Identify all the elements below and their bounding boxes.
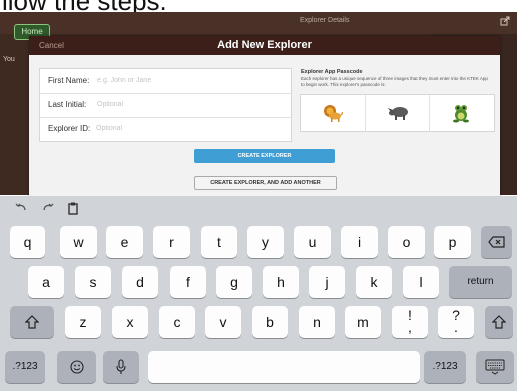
slide-caption-text: llow the steps. bbox=[2, 0, 167, 12]
microphone-icon bbox=[116, 359, 126, 374]
key-g[interactable]: g bbox=[216, 266, 252, 298]
last-initial-label: Last Initial: bbox=[48, 100, 87, 109]
first-name-input[interactable] bbox=[97, 73, 282, 88]
shift-icon bbox=[25, 315, 39, 329]
passcode-slot-1 bbox=[301, 95, 365, 131]
key-q[interactable]: q bbox=[10, 226, 45, 258]
key-n[interactable]: n bbox=[299, 306, 335, 338]
emoji-icon bbox=[69, 360, 84, 374]
onscreen-keyboard: q w e r t y u i o p a s d f g h j k l re… bbox=[0, 196, 517, 391]
slide-caption: llow the steps. bbox=[0, 0, 517, 12]
frog-icon bbox=[453, 105, 469, 123]
key-m[interactable]: m bbox=[345, 306, 381, 338]
passcode-slot-2 bbox=[365, 95, 430, 131]
key-p[interactable]: p bbox=[434, 226, 471, 258]
passcode-title: Explorer App Passcode bbox=[301, 69, 363, 75]
key-o[interactable]: o bbox=[388, 226, 425, 258]
numbers-key-left[interactable]: .?123 bbox=[5, 351, 45, 383]
share-icon[interactable] bbox=[500, 16, 510, 26]
modal-title: Add New Explorer bbox=[217, 39, 312, 51]
paste-icon[interactable] bbox=[66, 201, 80, 215]
key-v[interactable]: v bbox=[205, 306, 241, 338]
create-explorer-button[interactable]: CREATE EXPLORER bbox=[194, 149, 335, 163]
key-h[interactable]: h bbox=[263, 266, 299, 298]
dismiss-keyboard-key[interactable] bbox=[476, 351, 514, 383]
key-y[interactable]: y bbox=[247, 226, 284, 258]
side-text: You bbox=[3, 56, 15, 63]
first-name-row: First Name: bbox=[40, 69, 291, 94]
explorer-id-input[interactable] bbox=[96, 121, 281, 136]
key-b[interactable]: b bbox=[252, 306, 288, 338]
add-explorer-modal: Cancel Add New Explorer First Name: Last… bbox=[29, 36, 500, 196]
passcode-images bbox=[300, 94, 495, 132]
key-c[interactable]: c bbox=[159, 306, 195, 338]
key-s[interactable]: s bbox=[75, 266, 111, 298]
screen: llow the steps. Explorer Details Home Yo… bbox=[0, 0, 517, 391]
key-f[interactable]: f bbox=[170, 266, 206, 298]
key-d[interactable]: d bbox=[122, 266, 158, 298]
left-shift-key[interactable] bbox=[10, 306, 54, 338]
numbers-key-right[interactable]: .?123 bbox=[424, 351, 466, 383]
space-bar[interactable] bbox=[148, 351, 420, 383]
explorer-id-row: Explorer ID: bbox=[40, 117, 291, 141]
key-exclamation-comma[interactable]: ! , bbox=[392, 306, 428, 338]
keyboard-dismiss-icon bbox=[485, 359, 505, 375]
key-e[interactable]: e bbox=[106, 226, 143, 258]
first-name-label: First Name: bbox=[48, 76, 90, 85]
lion-icon bbox=[324, 105, 343, 122]
key-w[interactable]: w bbox=[60, 226, 97, 258]
key-bottom-char: . bbox=[454, 319, 458, 335]
shift-icon bbox=[492, 315, 506, 329]
key-l[interactable]: l bbox=[403, 266, 439, 298]
passcode-description: Each explorer has a unique sequence of t… bbox=[301, 76, 488, 87]
key-x[interactable]: x bbox=[112, 306, 148, 338]
last-initial-row: Last Initial: bbox=[40, 93, 291, 118]
undo-icon[interactable] bbox=[14, 201, 28, 215]
dictation-key[interactable] bbox=[103, 351, 139, 383]
delete-icon bbox=[487, 236, 505, 248]
key-u[interactable]: u bbox=[294, 226, 331, 258]
return-key[interactable]: return bbox=[449, 266, 512, 298]
passcode-slot-3 bbox=[429, 95, 494, 131]
modal-header: Cancel Add New Explorer bbox=[29, 36, 500, 55]
key-t[interactable]: t bbox=[201, 226, 237, 258]
explorer-id-label: Explorer ID: bbox=[48, 124, 91, 133]
explorer-details-title: Explorer Details bbox=[300, 17, 350, 24]
last-initial-input[interactable] bbox=[97, 97, 282, 112]
keyboard-shortcut-bar bbox=[0, 196, 517, 220]
explorer-form: First Name: Last Initial: Explorer ID: bbox=[39, 68, 292, 142]
key-r[interactable]: r bbox=[153, 226, 190, 258]
right-shift-key[interactable] bbox=[485, 306, 513, 338]
redo-icon[interactable] bbox=[41, 201, 55, 215]
key-bottom-char: , bbox=[408, 319, 412, 335]
delete-key[interactable] bbox=[481, 226, 512, 258]
key-a[interactable]: a bbox=[28, 266, 64, 298]
key-j[interactable]: j bbox=[309, 266, 345, 298]
key-z[interactable]: z bbox=[65, 306, 101, 338]
key-question-period[interactable]: ? . bbox=[438, 306, 474, 338]
emoji-key[interactable] bbox=[57, 351, 96, 383]
rhino-icon bbox=[388, 107, 408, 120]
app-top-bar: Explorer Details bbox=[0, 12, 517, 34]
key-k[interactable]: k bbox=[356, 266, 392, 298]
create-and-add-another-button[interactable]: CREATE EXPLORER, AND ADD ANOTHER bbox=[194, 176, 337, 190]
key-i[interactable]: i bbox=[341, 226, 378, 258]
